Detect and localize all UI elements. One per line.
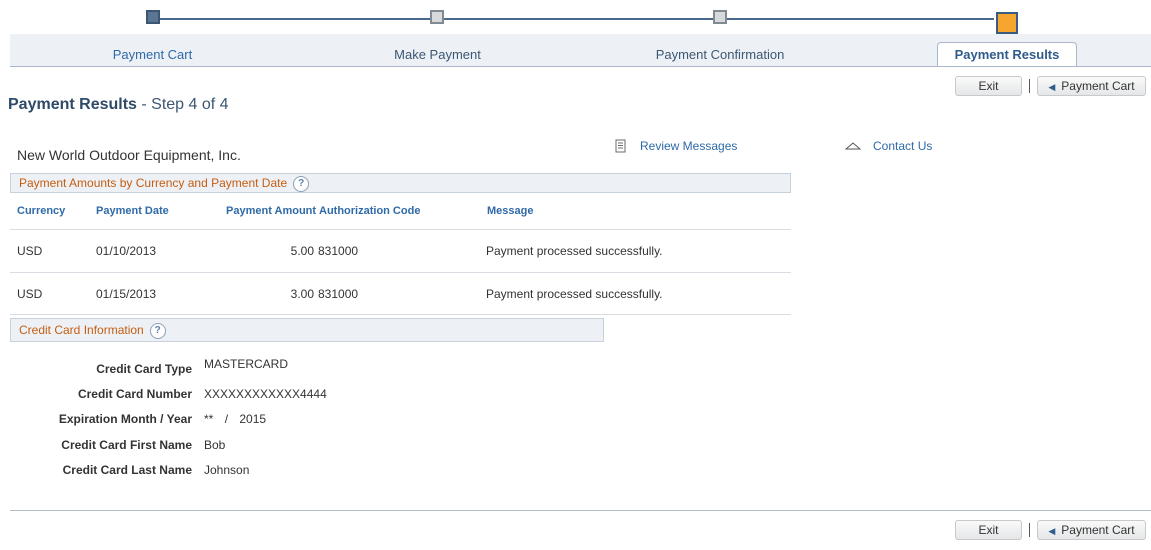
row-divider <box>10 229 791 230</box>
train-connector <box>444 18 720 20</box>
train-stop-payment-confirmation <box>713 10 727 24</box>
col-currency: Currency <box>17 205 66 217</box>
page-title: Payment Results - Step 4 of 4 <box>8 96 229 114</box>
col-authorization-code: Authorization Code <box>319 205 421 217</box>
chevron-left-icon: ◀ <box>1048 526 1056 536</box>
expiration-month: ** <box>204 412 214 426</box>
payment-cart-button-bottom[interactable]: ◀ Payment Cart <box>1037 520 1146 540</box>
credit-card-group-header: Credit Card Information? <box>10 318 604 342</box>
payment-cart-button-label: Payment Cart <box>1061 79 1135 93</box>
cell-payment-amount: 3.00 <box>290 287 314 301</box>
contact-us-label: Contact Us <box>873 139 933 153</box>
toolbar-separator <box>1029 79 1030 93</box>
first-name-value: Bob <box>204 438 226 452</box>
cell-message: Payment processed successfully. <box>486 244 663 258</box>
row-divider <box>10 314 791 315</box>
review-messages-link[interactable]: Review Messages <box>614 139 737 153</box>
page-title-step: - Step 4 of 4 <box>136 96 229 113</box>
envelope-icon <box>844 142 862 150</box>
col-message: Message <box>487 205 534 217</box>
expiration-value: ** / 2015 <box>204 412 266 426</box>
expiration-label: Expiration Month / Year <box>58 412 192 426</box>
train-connector <box>726 18 994 20</box>
expiration-year: 2015 <box>239 412 267 426</box>
first-name-label: Credit Card First Name <box>61 438 192 452</box>
step-label-payment-results: Payment Results <box>937 42 1077 67</box>
train-stop-make-payment <box>430 10 444 24</box>
payment-cart-button-label: Payment Cart <box>1061 523 1135 537</box>
payments-group-title: Payment Amounts by Currency and Payment … <box>19 176 288 190</box>
row-divider <box>10 272 791 273</box>
credit-card-number-label: Credit Card Number <box>77 387 192 401</box>
expiration-separator: / <box>224 412 229 426</box>
col-payment-date: Payment Date <box>96 205 169 217</box>
toolbar-separator <box>1029 523 1030 537</box>
last-name-label: Credit Card Last Name <box>62 463 192 477</box>
exit-button-bottom[interactable]: Exit <box>955 520 1022 540</box>
cell-currency: USD <box>17 287 43 301</box>
bottom-divider <box>10 510 1151 511</box>
help-icon[interactable]: ? <box>149 322 166 339</box>
cell-payment-date: 01/10/2013 <box>96 244 157 258</box>
train-stop-payment-cart[interactable] <box>146 10 160 24</box>
train-divider <box>10 66 1151 67</box>
page-title-main: Payment Results <box>8 96 137 113</box>
train-stop-payment-results <box>996 12 1018 34</box>
train-connector <box>160 18 438 20</box>
exit-button[interactable]: Exit <box>955 76 1022 96</box>
cell-authorization-code: 831000 <box>318 244 359 258</box>
last-name-value: Johnson <box>204 463 250 477</box>
payment-cart-button[interactable]: ◀ Payment Cart <box>1037 76 1146 96</box>
contact-us-link[interactable]: Contact Us <box>844 139 933 153</box>
cell-currency: USD <box>17 244 43 258</box>
cell-authorization-code: 831000 <box>318 287 359 301</box>
review-messages-label: Review Messages <box>640 139 738 153</box>
chevron-left-icon: ◀ <box>1048 82 1056 92</box>
cell-payment-amount: 5.00 <box>290 244 314 258</box>
credit-card-group-title: Credit Card Information <box>19 323 144 337</box>
credit-card-type-label: Credit Card Type <box>96 362 192 376</box>
cell-message: Payment processed successfully. <box>486 287 663 301</box>
company-name: New World Outdoor Equipment, Inc. <box>17 147 241 163</box>
credit-card-number-value: XXXXXXXXXXXX4444 <box>204 387 327 401</box>
payments-group-header: Payment Amounts by Currency and Payment … <box>10 173 791 193</box>
step-label-make-payment: Make Payment <box>394 47 481 62</box>
col-payment-amount: Payment Amount <box>226 205 317 217</box>
step-label-payment-confirmation: Payment Confirmation <box>655 47 785 62</box>
messages-icon <box>615 139 626 153</box>
cell-payment-date: 01/15/2013 <box>96 287 157 301</box>
step-label-payment-cart[interactable]: Payment Cart <box>90 47 215 62</box>
help-icon[interactable]: ? <box>293 175 310 192</box>
credit-card-type-value: MASTERCARD <box>204 357 289 371</box>
